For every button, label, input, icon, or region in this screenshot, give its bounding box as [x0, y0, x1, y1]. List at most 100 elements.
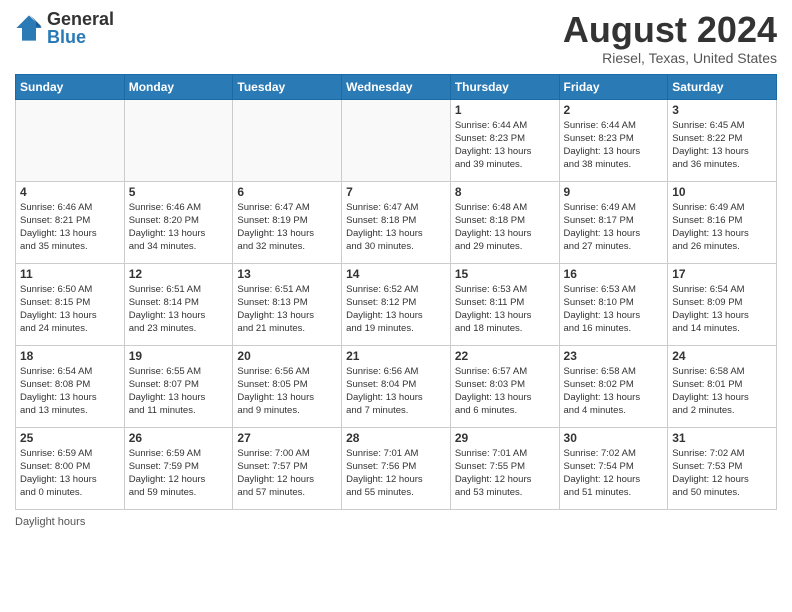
day-info: Sunrise: 6:47 AM Sunset: 8:19 PM Dayligh…: [237, 201, 337, 254]
logo-text: General Blue: [47, 10, 114, 46]
day-info: Sunrise: 6:51 AM Sunset: 8:14 PM Dayligh…: [129, 283, 229, 336]
day-header-row: SundayMondayTuesdayWednesdayThursdayFrid…: [16, 74, 777, 99]
day-header-sunday: Sunday: [16, 74, 125, 99]
calendar-table: SundayMondayTuesdayWednesdayThursdayFrid…: [15, 74, 777, 510]
title-area: August 2024 Riesel, Texas, United States: [563, 10, 777, 66]
day-number: 28: [346, 431, 446, 445]
calendar-cell: 16 Sunrise: 6:53 AM Sunset: 8:10 PM Dayli…: [559, 263, 668, 345]
day-header-saturday: Saturday: [668, 74, 777, 99]
day-number: 12: [129, 267, 229, 281]
logo: General Blue: [15, 10, 114, 46]
day-info: Sunrise: 6:45 AM Sunset: 8:22 PM Dayligh…: [672, 119, 772, 172]
day-info: Sunrise: 6:53 AM Sunset: 8:10 PM Dayligh…: [564, 283, 664, 336]
day-number: 25: [20, 431, 120, 445]
day-info: Sunrise: 6:53 AM Sunset: 8:11 PM Dayligh…: [455, 283, 555, 336]
day-number: 23: [564, 349, 664, 363]
day-number: 10: [672, 185, 772, 199]
calendar-subtitle: Riesel, Texas, United States: [563, 50, 777, 66]
day-number: 26: [129, 431, 229, 445]
day-number: 31: [672, 431, 772, 445]
calendar-cell: 30Sunrise: 7:02 AM Sunset: 7:54 PM Dayli…: [559, 427, 668, 509]
day-info: Sunrise: 6:58 AM Sunset: 8:01 PM Dayligh…: [672, 365, 772, 418]
day-info: Sunrise: 6:46 AM Sunset: 8:20 PM Dayligh…: [129, 201, 229, 254]
day-info: Sunrise: 6:59 AM Sunset: 7:59 PM Dayligh…: [129, 447, 229, 500]
calendar-cell: 15 Sunrise: 6:53 AM Sunset: 8:11 PM Dayli…: [450, 263, 559, 345]
day-number: 24: [672, 349, 772, 363]
day-info: Sunrise: 6:59 AM Sunset: 8:00 PM Dayligh…: [20, 447, 120, 500]
day-header-friday: Friday: [559, 74, 668, 99]
day-number: 30: [564, 431, 664, 445]
day-number: 15: [455, 267, 555, 281]
day-number: 1: [455, 103, 555, 117]
logo-icon: [15, 14, 43, 42]
day-number: 21: [346, 349, 446, 363]
day-info: Sunrise: 6:52 AM Sunset: 8:12 PM Dayligh…: [346, 283, 446, 336]
day-number: 13: [237, 267, 337, 281]
day-info: Sunrise: 6:48 AM Sunset: 8:18 PM Dayligh…: [455, 201, 555, 254]
week-row-2: 4Sunrise: 6:46 AM Sunset: 8:21 PM Daylig…: [16, 181, 777, 263]
calendar-cell: 12 Sunrise: 6:51 AM Sunset: 8:14 PM Dayli…: [124, 263, 233, 345]
calendar-cell: 28 Sunrise: 7:01 AM Sunset: 7:56 PM Dayli…: [342, 427, 451, 509]
day-header-wednesday: Wednesday: [342, 74, 451, 99]
calendar-cell: 29Sunrise: 7:01 AM Sunset: 7:55 PM Dayli…: [450, 427, 559, 509]
day-number: 17: [672, 267, 772, 281]
day-number: 16: [564, 267, 664, 281]
calendar-cell: 13 Sunrise: 6:51 AM Sunset: 8:13 PM Dayli…: [233, 263, 342, 345]
day-number: 7: [346, 185, 446, 199]
calendar-cell: 17Sunrise: 6:54 AM Sunset: 8:09 PM Dayli…: [668, 263, 777, 345]
calendar-cell: 5 Sunrise: 6:46 AM Sunset: 8:20 PM Daylig…: [124, 181, 233, 263]
daylight-label: Daylight hours: [15, 516, 85, 528]
calendar-cell: 4Sunrise: 6:46 AM Sunset: 8:21 PM Daylig…: [16, 181, 125, 263]
day-info: Sunrise: 6:54 AM Sunset: 8:08 PM Dayligh…: [20, 365, 120, 418]
day-header-thursday: Thursday: [450, 74, 559, 99]
logo-general-text: General: [47, 10, 114, 28]
calendar-title: August 2024: [563, 10, 777, 50]
day-info: Sunrise: 6:50 AM Sunset: 8:15 PM Dayligh…: [20, 283, 120, 336]
calendar-cell: 9Sunrise: 6:49 AM Sunset: 8:17 PM Daylig…: [559, 181, 668, 263]
day-number: 20: [237, 349, 337, 363]
day-info: Sunrise: 6:55 AM Sunset: 8:07 PM Dayligh…: [129, 365, 229, 418]
calendar-cell: 19Sunrise: 6:55 AM Sunset: 8:07 PM Dayli…: [124, 345, 233, 427]
day-number: 14: [346, 267, 446, 281]
day-number: 2: [564, 103, 664, 117]
week-row-1: 1 Sunrise: 6:44 AM Sunset: 8:23 PM Daylig…: [16, 99, 777, 181]
calendar-cell: 2 Sunrise: 6:44 AM Sunset: 8:23 PM Daylig…: [559, 99, 668, 181]
day-number: 3: [672, 103, 772, 117]
calendar-cell: 6 Sunrise: 6:47 AM Sunset: 8:19 PM Daylig…: [233, 181, 342, 263]
day-info: Sunrise: 7:01 AM Sunset: 7:56 PM Dayligh…: [346, 447, 446, 500]
day-number: 22: [455, 349, 555, 363]
day-info: Sunrise: 6:57 AM Sunset: 8:03 PM Dayligh…: [455, 365, 555, 418]
day-info: Sunrise: 6:47 AM Sunset: 8:18 PM Dayligh…: [346, 201, 446, 254]
footer: Daylight hours: [15, 516, 777, 528]
calendar-cell: 7 Sunrise: 6:47 AM Sunset: 8:18 PM Daylig…: [342, 181, 451, 263]
calendar-cell: 8Sunrise: 6:48 AM Sunset: 8:18 PM Daylig…: [450, 181, 559, 263]
day-info: Sunrise: 6:51 AM Sunset: 8:13 PM Dayligh…: [237, 283, 337, 336]
calendar-cell: 27Sunrise: 7:00 AM Sunset: 7:57 PM Dayli…: [233, 427, 342, 509]
week-row-5: 25 Sunrise: 6:59 AM Sunset: 8:00 PM Dayli…: [16, 427, 777, 509]
day-info: Sunrise: 7:02 AM Sunset: 7:53 PM Dayligh…: [672, 447, 772, 500]
day-info: Sunrise: 6:46 AM Sunset: 8:21 PM Dayligh…: [20, 201, 120, 254]
calendar-cell: 25 Sunrise: 6:59 AM Sunset: 8:00 PM Dayli…: [16, 427, 125, 509]
page: General Blue August 2024 Riesel, Texas, …: [0, 0, 792, 612]
day-number: 11: [20, 267, 120, 281]
calendar-cell: 31 Sunrise: 7:02 AM Sunset: 7:53 PM Dayli…: [668, 427, 777, 509]
day-number: 5: [129, 185, 229, 199]
day-info: Sunrise: 6:56 AM Sunset: 8:04 PM Dayligh…: [346, 365, 446, 418]
calendar-cell: [16, 99, 125, 181]
day-header-tuesday: Tuesday: [233, 74, 342, 99]
day-info: Sunrise: 6:44 AM Sunset: 8:23 PM Dayligh…: [564, 119, 664, 172]
day-info: Sunrise: 7:01 AM Sunset: 7:55 PM Dayligh…: [455, 447, 555, 500]
calendar-cell: [124, 99, 233, 181]
day-info: Sunrise: 6:56 AM Sunset: 8:05 PM Dayligh…: [237, 365, 337, 418]
day-number: 27: [237, 431, 337, 445]
logo-blue-text: Blue: [47, 28, 114, 46]
day-number: 6: [237, 185, 337, 199]
calendar-cell: 26 Sunrise: 6:59 AM Sunset: 7:59 PM Dayli…: [124, 427, 233, 509]
calendar-cell: 11 Sunrise: 6:50 AM Sunset: 8:15 PM Dayli…: [16, 263, 125, 345]
calendar-cell: 22 Sunrise: 6:57 AM Sunset: 8:03 PM Dayli…: [450, 345, 559, 427]
day-info: Sunrise: 6:49 AM Sunset: 8:17 PM Dayligh…: [564, 201, 664, 254]
calendar-cell: 21 Sunrise: 6:56 AM Sunset: 8:04 PM Dayli…: [342, 345, 451, 427]
day-info: Sunrise: 6:44 AM Sunset: 8:23 PM Dayligh…: [455, 119, 555, 172]
week-row-4: 18Sunrise: 6:54 AM Sunset: 8:08 PM Dayli…: [16, 345, 777, 427]
header: General Blue August 2024 Riesel, Texas, …: [15, 10, 777, 66]
